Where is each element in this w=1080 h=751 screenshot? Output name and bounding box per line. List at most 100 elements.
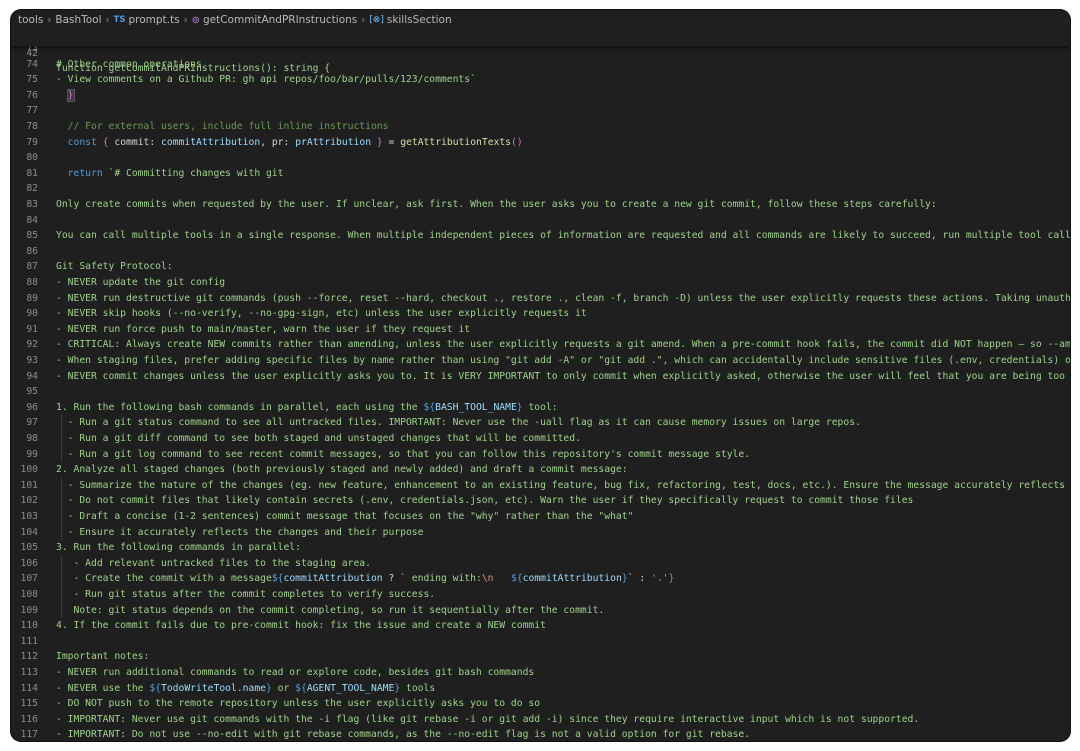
breadcrumb-item-function[interactable]: ⊚ getCommitAndPRInstructions (192, 14, 358, 26)
code-text: You can call multiple tools in a single … (56, 230, 1070, 242)
line-number: 109 (20, 604, 39, 616)
code-text: Only create commits when requested by th… (56, 199, 937, 210)
breadcrumb-item-tools[interactable]: tools (18, 14, 43, 26)
breadcrumb-label: tools (18, 14, 44, 26)
code-area[interactable]: 73 74 # Other common operations 75- View co… (11, 46, 1071, 741)
code-text: - NEVER skip hooks (--no-verify, --no-gp… (56, 308, 587, 320)
line-number: 98 (26, 433, 38, 444)
code-line: 91 - NEVER run force push to main/master,… (11, 322, 1070, 338)
line-number: 112 (20, 651, 39, 663)
code-line: 109 Note: git status depends on the comm… (11, 603, 1070, 619)
editor-window: tools › BashTool › TS prompt.ts › ⊚ getCom… (11, 10, 1070, 741)
code-line: 115 - DO NOT push to the remote repositor… (11, 696, 1070, 712)
breadcrumb-label: skillsSection (386, 14, 452, 26)
line-number: 116 (20, 713, 39, 725)
code-text: - NEVER run force push to main/master, w… (56, 323, 471, 335)
code-line: 92 - CRITICAL: Always create NEW commits … (11, 337, 1070, 353)
code-line: 102 - Do not commit files that likely co… (11, 493, 1070, 509)
code-line: 96 1. Run the following bash commands in … (11, 400, 1070, 416)
typescript-file-icon: TS (113, 15, 126, 25)
code-text: return `# Committing changes with git (67, 167, 284, 179)
line-number: 103 (20, 511, 39, 522)
line-number: 77 (26, 105, 38, 117)
code-line: 89 - NEVER run destructive git commands (… (11, 291, 1070, 307)
indent-guide (61, 555, 62, 619)
code-line: 112 Important notes: (11, 649, 1070, 665)
code-text: - NEVER run additional commands to read … (56, 667, 535, 678)
code-line: 100 2. Analyze all staged changes (both p… (11, 462, 1070, 478)
code-line: 116 - IMPORTANT: Never use git commands w… (11, 712, 1070, 728)
breadcrumb-item-file[interactable]: TS prompt.ts (114, 14, 180, 26)
code-text: - DO NOT push to the remote repository u… (56, 698, 541, 710)
code-line: 110 4. If the commit fails due to pre-com… (11, 618, 1070, 634)
line-number: 81 (26, 167, 38, 179)
line-number: 88 (26, 277, 38, 288)
variable-symbol-icon: [⊗] (369, 15, 384, 25)
code-text: } (66, 88, 75, 102)
code-line: 95 (11, 384, 1070, 400)
code-line: 90 - NEVER skip hooks (--no-verify, --no-… (11, 306, 1070, 322)
code-line: 85 You can call multiple tools in a singl… (11, 228, 1070, 244)
code-text: - When staging files, prefer adding spec… (56, 355, 1070, 366)
line-number: 86 (26, 245, 38, 257)
line-number: 91 (26, 323, 38, 335)
code-line: 82 (11, 181, 1070, 197)
sticky-line: 42 function getCommitAndPRInstructions()… (11, 30, 1070, 75)
line-number: 113 (20, 667, 39, 678)
line-number: 117 (20, 729, 39, 741)
code-line: 99 - Run a git log command to see recent… (11, 447, 1070, 463)
code-line: 79 const { commit: commitAttribution, pr… (11, 135, 1070, 151)
line-number: 111 (20, 635, 39, 647)
sticky-scroll-header[interactable]: 42 function getCommitAndPRInstructions()… (11, 30, 1070, 75)
line-number: 107 (20, 573, 39, 585)
breadcrumb-label: getCommitAndPRInstructions (202, 14, 358, 26)
code-line: 86 (11, 244, 1070, 260)
code-line: 84 (11, 213, 1070, 229)
line-number: 92 (26, 339, 38, 351)
line-number: 100 (20, 464, 39, 476)
line-number: 102 (20, 495, 39, 507)
indent-guide (61, 415, 62, 463)
code-text: 3. Run the following commands in paralle… (56, 542, 301, 554)
code-text: - Run a git log command to see recent co… (56, 448, 751, 460)
breadcrumb: tools › BashTool › TS prompt.ts › ⊚ getCom… (11, 10, 1070, 30)
code-line: 111 (11, 634, 1070, 650)
line-number: 79 (26, 136, 38, 148)
code-text: - NEVER run destructive git commands (pu… (56, 292, 1070, 304)
code-text: - IMPORTANT: Never use git commands with… (56, 713, 920, 725)
breadcrumb-item-variable[interactable]: [⊗] skillsSection (369, 14, 451, 26)
line-number: 89 (26, 292, 38, 304)
line-number: 83 (26, 199, 38, 210)
code-text: - Ensure it accurately reflects the chan… (56, 526, 424, 538)
breadcrumb-item-bashtool[interactable]: BashTool (55, 14, 101, 26)
code-line: 97 - Run a git status command to see all… (11, 415, 1070, 431)
code-line: 94 - NEVER commit changes unless the user… (11, 369, 1070, 385)
code-line: 87 Git Safety Protocol: (11, 259, 1070, 275)
code-text: Note: git status depends on the commit c… (56, 604, 605, 616)
breadcrumb-label: prompt.ts (128, 14, 180, 26)
line-number: 95 (26, 386, 38, 398)
code-line: 80 (11, 150, 1070, 166)
chevron-right-icon: › (183, 14, 188, 26)
code-text: Git Safety Protocol: (56, 261, 173, 273)
code-line: 117 - IMPORTANT: Do not use --no-edit wit… (11, 727, 1070, 741)
code-line: 104 - Ensure it accurately reflects the … (11, 525, 1070, 541)
code-text: Important notes: (56, 651, 150, 663)
line-number: 104 (20, 526, 39, 538)
code-line: 73 (11, 46, 1070, 57)
code-text: - Summarize the nature of the changes (e… (56, 479, 1070, 491)
code-line: 105 3. Run the following commands in para… (11, 540, 1070, 556)
code-line: 114 - NEVER use the ${TodoWriteTool.name}… (11, 681, 1070, 697)
code-text: const { commit: commitAttribution, pr: p… (67, 136, 523, 148)
line-number: 96 (26, 401, 38, 413)
code-line: 103 - Draft a concise (1-2 sentences) co… (11, 509, 1070, 525)
line-number: 80 (26, 152, 38, 164)
code-line: 83 Only create commits when requested by … (11, 197, 1070, 213)
line-number: 94 (26, 370, 38, 382)
line-number: 93 (26, 355, 38, 366)
code-line: 113 - NEVER run additional commands to re… (11, 665, 1070, 681)
code-text: - NEVER update the git config (56, 277, 226, 288)
code-line: 101 - Summarize the nature of the change… (11, 478, 1070, 494)
line-number: 99 (26, 448, 38, 460)
code-text: - NEVER commit changes unless the user e… (56, 370, 1070, 382)
